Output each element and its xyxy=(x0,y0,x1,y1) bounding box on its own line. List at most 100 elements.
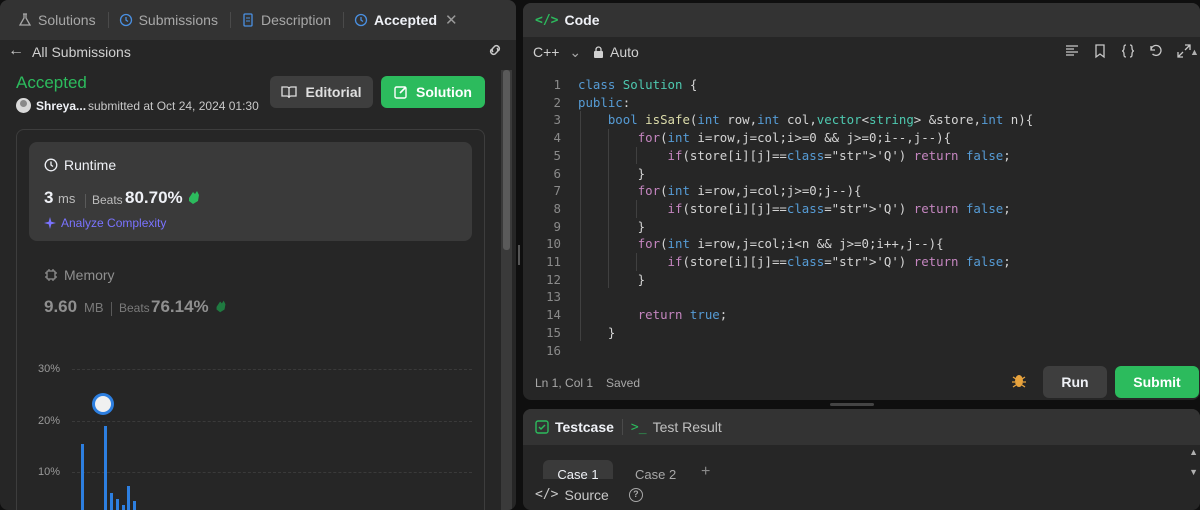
code-line[interactable]: 10 for(int i=row,j=col;i<n && j>=0;i++,j… xyxy=(523,235,1183,253)
line-number: 10 xyxy=(546,236,561,252)
auto-mode[interactable]: Auto xyxy=(593,44,639,60)
chip-icon xyxy=(45,269,57,281)
testcase-panel: Testcase >_ Test Result Case 1 Case 2 + … xyxy=(523,409,1200,510)
chart-bar[interactable] xyxy=(110,492,113,510)
all-submissions-link[interactable]: All Submissions xyxy=(32,44,131,60)
code-line[interactable]: 16 xyxy=(523,342,1183,360)
link-icon[interactable] xyxy=(486,43,504,57)
memory-title-label: Memory xyxy=(64,267,115,283)
submit-button[interactable]: Submit xyxy=(1115,366,1199,398)
tab-accepted[interactable]: Accepted ✕ xyxy=(344,0,458,40)
code-line[interactable]: 11 if(store[i][j]==class="str">'Q') retu… xyxy=(523,253,1183,271)
chart-bar[interactable] xyxy=(127,486,131,510)
tab-solutions[interactable]: Solutions xyxy=(0,0,96,40)
braces-icon[interactable] xyxy=(1120,43,1136,59)
tab-accepted-label: Accepted xyxy=(374,12,438,28)
code-text: if(store[i][j]==class="str">'Q') return … xyxy=(667,254,1011,269)
arrow-left-icon[interactable]: ← xyxy=(8,42,24,60)
username[interactable]: Shreya... xyxy=(36,99,86,113)
left-tab-bar: Solutions Submissions Description Accept… xyxy=(0,0,516,40)
testcase-scrollbar[interactable]: ▲ ▼ xyxy=(1189,447,1198,477)
line-number: 14 xyxy=(546,307,561,323)
save-status: Saved xyxy=(606,376,641,390)
history-icon xyxy=(354,13,368,27)
analyze-complexity-link[interactable]: Analyze Complexity xyxy=(44,216,166,230)
editorial-button[interactable]: Editorial xyxy=(270,76,373,108)
language-select[interactable]: C++ ⌄ xyxy=(533,44,581,61)
help-icon[interactable]: ? xyxy=(628,487,643,502)
close-icon[interactable]: ✕ xyxy=(445,11,458,29)
code-icon: </> xyxy=(535,487,559,502)
run-button[interactable]: Run xyxy=(1043,366,1107,398)
code-line[interactable]: 8 if(store[i][j]==class="str">'Q') retur… xyxy=(523,200,1183,218)
chart-bar[interactable] xyxy=(133,501,137,510)
y-tick-label: 30% xyxy=(38,363,61,375)
format-icon[interactable] xyxy=(1064,43,1080,59)
code-area[interactable]: 1 class Solution {2 public: 3 bool isSafe(i… xyxy=(523,76,1183,359)
tab-testcase[interactable]: Testcase xyxy=(535,419,614,435)
chart-bar[interactable] xyxy=(104,426,108,510)
line-number: 2 xyxy=(553,94,561,110)
code-line[interactable]: 1 class Solution { xyxy=(523,76,1183,94)
editor-toolbar: C++ ⌄ Auto xyxy=(523,37,1200,67)
separator xyxy=(85,194,86,208)
source-link[interactable]: Source xyxy=(564,487,608,503)
code-line[interactable]: 15 } xyxy=(523,324,1183,342)
code-line[interactable]: 3 bool isSafe(int row,int col,vector<str… xyxy=(523,111,1183,129)
panel-resize-handle[interactable] xyxy=(830,403,874,406)
indent-guide xyxy=(636,146,637,165)
editor-scrollbar[interactable]: ▲ xyxy=(1188,43,1200,400)
code-line[interactable]: 14 return true; xyxy=(523,306,1183,324)
y-tick-label: 10% xyxy=(38,466,61,478)
y-tick-label: 20% xyxy=(38,415,61,427)
line-number: 11 xyxy=(546,254,561,269)
chart-bar[interactable] xyxy=(81,443,84,510)
indent-guide xyxy=(636,199,637,218)
code-line[interactable]: 2 public: xyxy=(523,94,1183,112)
code-line[interactable]: 7 for(int i=row,j=col;j>=0;j--){ xyxy=(523,182,1183,200)
line-number: 12 xyxy=(546,271,561,287)
your-submission-marker[interactable] xyxy=(92,393,114,415)
panel-resize-handle[interactable] xyxy=(517,245,521,265)
code-text: bool isSafe(int row,int col,vector<strin… xyxy=(607,112,1034,128)
tab-divider xyxy=(621,419,623,435)
runtime-title-label: Runtime xyxy=(64,157,117,173)
line-number: 8 xyxy=(553,200,561,216)
tab-test-result[interactable]: >_ Test Result xyxy=(631,419,722,435)
grid-line xyxy=(72,369,472,370)
reset-icon[interactable] xyxy=(1148,43,1164,59)
checkbox-icon xyxy=(535,420,549,434)
code-line[interactable]: 5 if(store[i][j]==class="str">'Q') retur… xyxy=(523,147,1183,165)
tab-description[interactable]: Description xyxy=(231,0,331,40)
runtime-value: 3 xyxy=(44,188,54,207)
code-line[interactable]: 9 } xyxy=(523,218,1183,236)
submission-time: submitted at Oct 24, 2024 01:30 xyxy=(88,99,259,113)
sparkle-icon xyxy=(44,217,56,229)
code-line[interactable]: 6 } xyxy=(523,165,1183,183)
editor-tools xyxy=(1064,43,1192,59)
scroll-up-icon[interactable]: ▲ xyxy=(1190,47,1199,57)
code-line[interactable]: 4 for(int i=row,j=col;i>=0 && j>=0;i--,j… xyxy=(523,129,1183,147)
lock-icon xyxy=(594,46,603,58)
memory-value: 9.60 xyxy=(44,297,78,316)
chart-bar[interactable] xyxy=(115,499,119,510)
testcase-header: Testcase >_ Test Result xyxy=(523,409,1200,445)
avatar[interactable] xyxy=(16,98,31,113)
tab-submissions[interactable]: Submissions xyxy=(109,0,218,40)
bookmark-icon[interactable] xyxy=(1092,43,1108,59)
document-icon xyxy=(243,13,253,27)
code-line[interactable]: 12 } xyxy=(523,271,1183,289)
history-icon xyxy=(119,13,132,27)
runtime-box[interactable]: Runtime 3 ms Beats 80.70% Analyze Comple… xyxy=(29,142,472,241)
code-text: public: xyxy=(578,94,631,110)
separator xyxy=(111,302,112,316)
runtime-unit: ms xyxy=(58,191,76,206)
chart-bar[interactable] xyxy=(121,504,125,510)
memory-title[interactable]: Memory xyxy=(44,267,115,283)
cursor-position: Ln 1, Col 1 xyxy=(535,376,594,390)
debugger-icon[interactable] xyxy=(1011,371,1027,389)
solution-button[interactable]: Solution xyxy=(381,76,485,108)
left-scrollbar[interactable] xyxy=(501,70,512,510)
scrollbar-thumb[interactable] xyxy=(503,70,510,250)
code-line[interactable]: 13 xyxy=(523,288,1183,306)
